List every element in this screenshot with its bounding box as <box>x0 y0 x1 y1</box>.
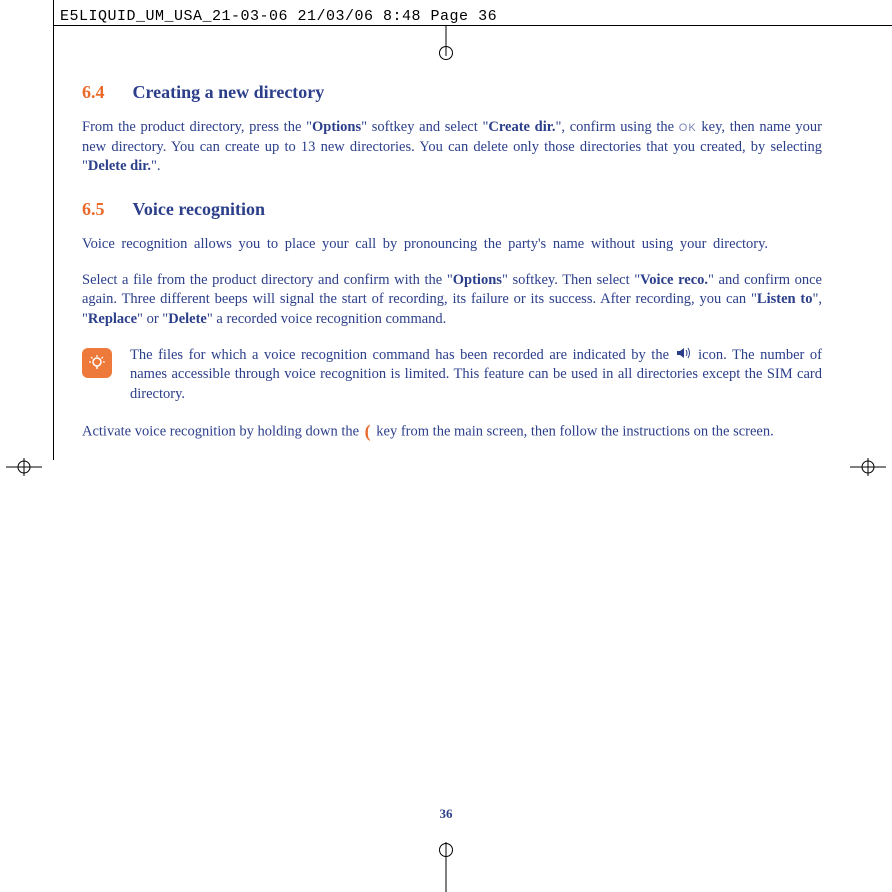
lightbulb-tip-icon <box>82 348 112 378</box>
bold-voice-reco: Voice reco. <box>640 272 708 288</box>
text: " a recorded voice recognition command. <box>207 311 446 327</box>
bold-options: Options <box>312 119 361 135</box>
para-6-4-1: From the product directory, press the "O… <box>82 118 822 177</box>
text: key from the main screen, then follow th… <box>373 424 774 440</box>
text: Select a file from the product directory… <box>82 272 453 288</box>
heading-6-4: 6.4 Creating a new directory <box>82 80 822 104</box>
bold-delete-dir: Delete dir. <box>88 158 151 174</box>
crop-line-left <box>53 0 54 460</box>
tip-block: The files for which a voice recognition … <box>82 346 822 405</box>
tip-text: The files for which a voice recognition … <box>130 346 822 405</box>
registration-mark-bottom <box>437 837 455 892</box>
section-number: 6.5 <box>82 197 105 221</box>
print-meta-header: E5LIQUID_UM_USA_21-03-06 21/03/06 8:48 P… <box>60 8 497 25</box>
text: ", confirm using the <box>555 119 678 135</box>
text: From the product directory, press the " <box>82 119 312 135</box>
registration-mark-left <box>6 458 46 476</box>
text: The files for which a voice recognition … <box>130 347 675 363</box>
page-number: 36 <box>0 806 892 822</box>
bold-replace: Replace <box>88 311 137 327</box>
registration-mark-right <box>846 458 886 476</box>
text: ". <box>151 158 161 174</box>
page-content: 6.4 Creating a new directory From the pr… <box>82 80 822 461</box>
text: " softkey and select " <box>361 119 488 135</box>
para-6-5-1: Voice recognition allows you to place yo… <box>82 235 822 255</box>
heading-6-5: 6.5 Voice recognition <box>82 197 822 221</box>
text: Activate voice recognition by holding do… <box>82 424 363 440</box>
para-6-5-3: Activate voice recognition by holding do… <box>82 420 822 444</box>
bold-create-dir: Create dir. <box>488 119 555 135</box>
registration-mark-top <box>437 26 455 56</box>
bold-delete: Delete <box>168 311 207 327</box>
text: " or " <box>137 311 168 327</box>
crop-line-top <box>53 25 892 26</box>
para-6-5-2: Select a file from the product directory… <box>82 271 822 330</box>
speaker-icon <box>677 346 691 366</box>
section-title: Creating a new directory <box>133 80 325 104</box>
bold-listen-to: Listen to <box>757 291 813 307</box>
text: " softkey. Then select " <box>502 272 640 288</box>
section-number: 6.4 <box>82 80 105 104</box>
call-key-icon: ( <box>365 419 371 443</box>
section-title: Voice recognition <box>133 197 266 221</box>
ok-key-icon: OK <box>679 122 697 134</box>
bold-options: Options <box>453 272 502 288</box>
